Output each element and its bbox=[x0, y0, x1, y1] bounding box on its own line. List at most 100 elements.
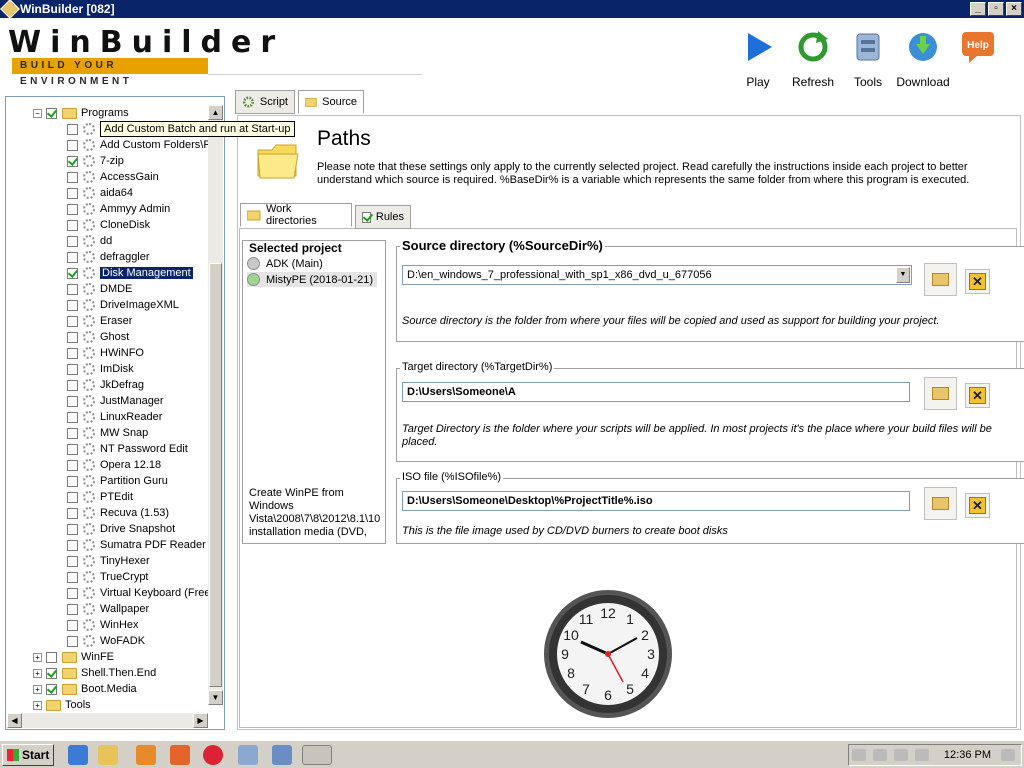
tree-vertical-scrollbar[interactable]: ▲ ▼ bbox=[208, 105, 223, 705]
checkbox[interactable] bbox=[67, 315, 78, 327]
checkbox[interactable] bbox=[67, 491, 78, 503]
checkbox[interactable] bbox=[67, 235, 78, 247]
tree-item[interactable]: DMDE bbox=[67, 281, 132, 297]
checkbox[interactable] bbox=[67, 539, 78, 551]
checkbox[interactable] bbox=[67, 187, 78, 199]
checkbox[interactable] bbox=[46, 651, 57, 663]
show-desktop-icon[interactable] bbox=[1001, 749, 1015, 761]
checkbox[interactable] bbox=[67, 507, 78, 519]
checkbox[interactable] bbox=[67, 427, 78, 439]
checkbox[interactable] bbox=[67, 267, 78, 279]
tree-item[interactable]: ImDisk bbox=[67, 361, 134, 377]
checkbox[interactable] bbox=[46, 107, 57, 119]
tab-source[interactable]: Source bbox=[298, 90, 364, 114]
remote-desktop-icon[interactable] bbox=[272, 745, 292, 765]
checkbox[interactable] bbox=[67, 459, 78, 471]
checkbox[interactable] bbox=[67, 411, 78, 423]
tree-folder[interactable]: + Boot.Media bbox=[33, 681, 137, 697]
checkbox[interactable] bbox=[67, 203, 78, 215]
tree-item[interactable]: aida64 bbox=[67, 185, 133, 201]
checkbox[interactable] bbox=[67, 555, 78, 567]
tree-item[interactable]: AccessGain bbox=[67, 169, 159, 185]
tree-item[interactable]: Recuva (1.53) bbox=[67, 505, 169, 521]
iso-file-input[interactable]: D:\Users\Someone\Desktop\%ProjectTitle%.… bbox=[402, 491, 910, 511]
browse-source-button[interactable] bbox=[924, 263, 957, 296]
tree-item[interactable]: DriveImageXML bbox=[67, 297, 179, 313]
expand-toggle[interactable]: + bbox=[33, 684, 42, 694]
checkbox[interactable] bbox=[67, 331, 78, 343]
tab-script[interactable]: Script bbox=[235, 90, 295, 114]
scroll-up-arrow[interactable]: ▲ bbox=[208, 105, 223, 120]
checkbox[interactable] bbox=[67, 283, 78, 295]
start-button[interactable]: Start bbox=[2, 744, 54, 766]
checkbox[interactable] bbox=[67, 523, 78, 535]
network-icon[interactable] bbox=[893, 749, 908, 761]
checkbox[interactable] bbox=[67, 139, 78, 151]
target-directory-input[interactable]: D:\Users\Someone\A bbox=[402, 382, 910, 402]
checkbox[interactable] bbox=[67, 123, 78, 135]
tree-item[interactable]: dd bbox=[67, 233, 112, 249]
tree-item[interactable]: Eraser bbox=[67, 313, 132, 329]
checkbox[interactable] bbox=[46, 683, 57, 695]
browse-iso-button[interactable] bbox=[924, 487, 957, 520]
checkbox[interactable] bbox=[67, 603, 78, 615]
tree-item[interactable]: TrueCrypt bbox=[67, 569, 149, 585]
tree-folder[interactable]: + WinFE bbox=[33, 649, 114, 665]
checkbox[interactable] bbox=[67, 251, 78, 263]
checkbox[interactable] bbox=[67, 443, 78, 455]
chevron-down-icon[interactable]: ▼ bbox=[896, 267, 910, 283]
tree-item[interactable]: 7-zip bbox=[67, 153, 124, 169]
tree-item[interactable]: HWiNFO bbox=[67, 345, 144, 361]
winbuilder-task-button[interactable] bbox=[302, 745, 332, 765]
tools-button[interactable]: Tools bbox=[840, 30, 896, 89]
tree-item[interactable]: defraggler bbox=[67, 249, 150, 265]
scroll-thumb[interactable] bbox=[209, 263, 222, 687]
tree-folder[interactable]: + Tools bbox=[33, 697, 91, 713]
tree-item[interactable]: Ghost bbox=[67, 329, 129, 345]
scroll-right-arrow[interactable]: ▶ bbox=[193, 713, 208, 728]
tree-item[interactable]: Ammyy Admin bbox=[67, 201, 170, 217]
download-button[interactable]: Download bbox=[895, 30, 951, 89]
volume-muted-icon[interactable] bbox=[914, 749, 929, 761]
help-button[interactable]: Help bbox=[950, 30, 1006, 67]
tab-work-directories[interactable]: Work directories bbox=[240, 203, 352, 227]
checkbox[interactable] bbox=[67, 219, 78, 231]
close-button[interactable]: × bbox=[1006, 2, 1022, 16]
expand-toggle[interactable]: + bbox=[33, 652, 42, 662]
checkbox[interactable] bbox=[67, 379, 78, 391]
tree-item[interactable]: JustManager bbox=[67, 393, 164, 409]
play-button[interactable]: Play bbox=[730, 30, 786, 89]
source-directory-select[interactable]: D:\en_windows_7_professional_with_sp1_x8… bbox=[402, 265, 912, 285]
checkbox[interactable] bbox=[67, 363, 78, 375]
control-panel-icon[interactable] bbox=[238, 745, 258, 765]
firefox-icon[interactable] bbox=[170, 745, 190, 765]
clear-target-button[interactable]: ✕ bbox=[965, 383, 990, 408]
tree-horizontal-scrollbar[interactable]: ◀ ▶ bbox=[7, 713, 208, 728]
tree-item[interactable]: WinHex bbox=[67, 617, 139, 633]
checkbox[interactable] bbox=[67, 635, 78, 647]
tree-item[interactable]: CloneDisk bbox=[67, 217, 150, 233]
checkbox[interactable] bbox=[67, 155, 78, 167]
tree-root-programs[interactable]: − Programs bbox=[33, 105, 129, 121]
tree-item[interactable]: Partition Guru bbox=[67, 473, 168, 489]
checkbox[interactable] bbox=[67, 171, 78, 183]
collapse-toggle[interactable]: − bbox=[33, 108, 42, 118]
checkbox[interactable] bbox=[67, 587, 78, 599]
show-hidden-icons-icon[interactable] bbox=[851, 749, 866, 761]
action-center-flag-icon[interactable] bbox=[872, 749, 887, 761]
project-item-adk[interactable]: ADK (Main) bbox=[247, 256, 367, 271]
tree-item[interactable]: Sumatra PDF Reader 3 bbox=[67, 537, 215, 553]
checkbox[interactable] bbox=[67, 475, 78, 487]
tab-rules[interactable]: Rules bbox=[355, 205, 411, 229]
clear-iso-button[interactable]: ✕ bbox=[965, 493, 990, 518]
tree-item[interactable]: TinyHexer bbox=[67, 553, 150, 569]
minimize-button[interactable]: _ bbox=[970, 2, 986, 16]
expand-toggle[interactable]: + bbox=[33, 668, 42, 678]
app-icon[interactable] bbox=[0, 0, 20, 19]
tree-item[interactable]: LinuxReader bbox=[67, 409, 162, 425]
browse-target-button[interactable] bbox=[924, 377, 957, 410]
tree-item[interactable]: WoFADK bbox=[67, 633, 145, 649]
tree-item[interactable]: Virtual Keyboard (Free bbox=[67, 585, 210, 601]
project-item-mistype[interactable]: MistyPE (2018-01-21) bbox=[247, 272, 377, 287]
tree-item[interactable]: NT Password Edit bbox=[67, 441, 188, 457]
